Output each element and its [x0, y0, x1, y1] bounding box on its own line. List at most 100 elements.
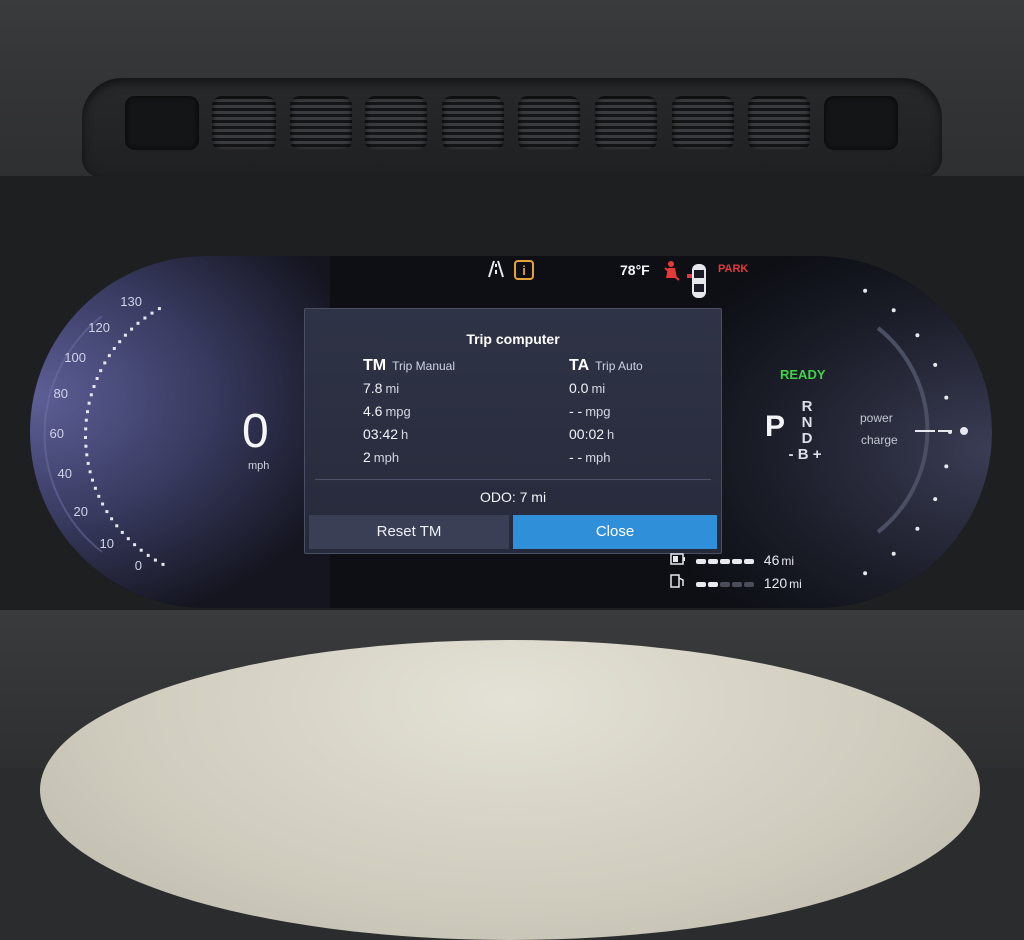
trip-auto-code: TA	[569, 357, 590, 374]
speed-scale-0: 0	[134, 558, 142, 573]
outside-temperature: 78°F	[620, 262, 650, 278]
speed-tick	[86, 461, 90, 465]
speed-tick	[118, 340, 122, 344]
unit: h	[401, 427, 409, 442]
speed-tick	[139, 548, 143, 552]
vent-slot	[212, 96, 276, 150]
speed-scale-60: 60	[49, 426, 64, 441]
speed-tick	[115, 524, 119, 528]
value: - -	[569, 403, 583, 419]
vent-bar	[82, 78, 942, 178]
speed-scale-80: 80	[53, 386, 68, 401]
speed-tick	[92, 385, 96, 388]
park-brake-indicator: PARK	[718, 263, 749, 275]
fuel-range-bar	[695, 581, 754, 587]
unit: mi	[591, 381, 606, 396]
speed-scale-120: 120	[88, 320, 110, 335]
value: - -	[569, 449, 583, 465]
power-tick	[863, 571, 868, 576]
battery-range-unit: mi	[781, 554, 795, 568]
battery-range-bar	[695, 558, 754, 564]
speed-tick	[126, 537, 130, 541]
reset-tm-button[interactable]: Reset TM	[309, 515, 509, 549]
ready-indicator: READY	[780, 367, 826, 382]
vent-slot	[290, 96, 352, 150]
power-tick	[944, 395, 949, 400]
dialog-title: Trip computer	[466, 331, 560, 347]
gear-n: N	[801, 414, 813, 431]
speed-tick	[143, 316, 147, 320]
speed-scale-130: 130	[120, 294, 142, 309]
trip-auto-time: 00:02 h	[569, 426, 749, 449]
value: 4.6	[363, 403, 383, 419]
unit: mph	[585, 450, 611, 465]
speed-tick	[97, 494, 101, 498]
gear-b: - B +	[788, 446, 822, 463]
speed-tick	[84, 427, 88, 431]
seatbelt-warning-icon	[663, 260, 683, 285]
speed-tick	[110, 517, 114, 521]
battery-icon	[670, 552, 686, 568]
speed-scale-40: 40	[57, 466, 72, 481]
power-tick	[891, 551, 896, 556]
gear-list: R N D - B +	[789, 399, 822, 463]
vent-slot	[672, 96, 734, 150]
trip-manual-code: TM	[363, 357, 387, 374]
trip-manual-avg-speed: 2 mph	[363, 449, 543, 472]
speed-tick	[123, 333, 127, 337]
power-tick	[944, 464, 949, 469]
power-tick	[915, 333, 920, 338]
trip-auto-header: TA Trip Auto	[569, 357, 749, 375]
speed-tick	[107, 354, 111, 358]
fuel-range-row: 120 mi	[670, 574, 802, 591]
vent-slot	[518, 96, 580, 150]
power-tick	[933, 497, 938, 502]
speed-tick	[84, 436, 87, 439]
value: 00:02	[569, 426, 605, 442]
speedometer-ticks	[84, 307, 165, 566]
close-button[interactable]: Close	[513, 515, 717, 549]
speed-tick	[89, 393, 93, 397]
power-tick	[933, 362, 938, 367]
speed-tick	[93, 486, 97, 490]
speed-tick	[146, 553, 150, 557]
trip-auto-avg-speed: - - mph	[569, 449, 749, 472]
speed-tick	[153, 558, 157, 562]
trip-auto-name: Trip Auto	[595, 359, 643, 373]
value: 03:42	[363, 426, 399, 442]
unit: mpg	[585, 404, 611, 419]
fuel-range-unit: mi	[789, 577, 802, 591]
steering-wheel	[40, 640, 980, 940]
trip-auto-column: TA Trip Auto 0.0 mi - - mpg 00:02 h - - mph	[569, 357, 749, 472]
unit: mpg	[385, 404, 411, 419]
trip-manual-consumption: 4.6 mpg	[363, 403, 543, 426]
trip-manual-header: TM Trip Manual	[363, 357, 543, 375]
unit: mi	[385, 381, 400, 396]
unit: h	[607, 427, 615, 442]
speed-tick	[87, 401, 91, 405]
speed-tick	[112, 347, 116, 350]
speed-tick	[150, 311, 154, 315]
vent-slot	[595, 96, 657, 150]
fuel-pump-icon	[670, 574, 686, 591]
trip-auto-distance: 0.0 mi	[569, 380, 749, 403]
trip-manual-column: TM Trip Manual 7.8 mi 4.6 mpg 03:42 h 2 mph	[363, 357, 543, 472]
vent-slot	[442, 96, 504, 150]
speed-tick	[130, 327, 134, 331]
trip-auto-consumption: - - mpg	[569, 403, 749, 426]
vent-slot	[365, 96, 427, 150]
speed-tick	[99, 369, 103, 373]
speed-scale-100: 100	[64, 350, 86, 365]
vent-end-left	[125, 96, 199, 150]
trip-manual-name: Trip Manual	[392, 359, 456, 373]
speed-tick	[133, 543, 137, 547]
road-icon	[485, 260, 507, 281]
battery-range-row: 46 mi	[670, 552, 794, 568]
power-tick	[915, 526, 920, 531]
speed-unit: mph	[248, 460, 270, 472]
trip-manual-time: 03:42 h	[363, 426, 543, 449]
speed-tick	[101, 502, 105, 506]
speed-tick	[157, 307, 161, 311]
value: 0.0	[569, 380, 589, 396]
vent-end-right	[824, 96, 898, 150]
